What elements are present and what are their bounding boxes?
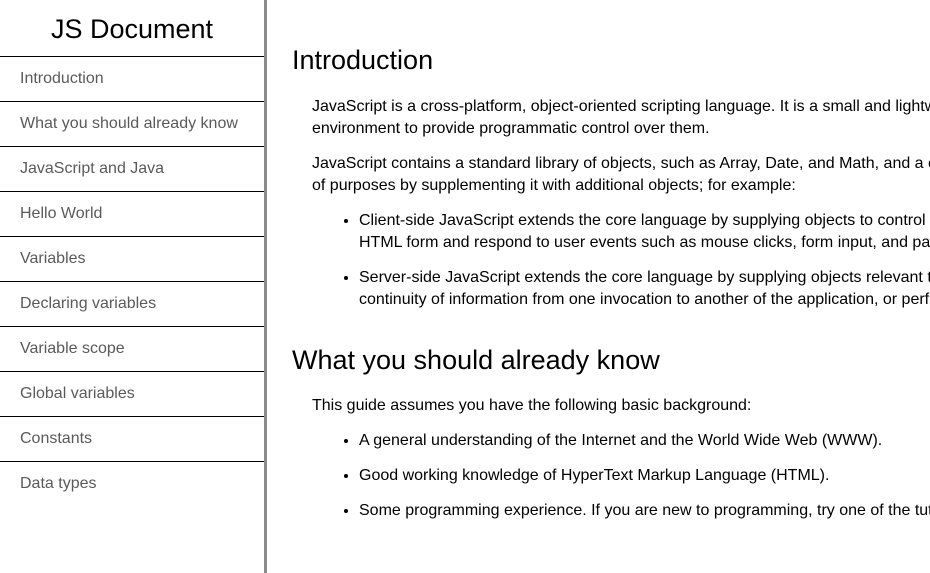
- nav-link-what-you-should-already-know[interactable]: What you should already know: [20, 115, 238, 133]
- list-item: Some programming experience. If you are …: [359, 500, 930, 522]
- bullet-line: Client-side JavaScript extends the core …: [359, 212, 926, 229]
- bullet-line: Server-side JavaScript extends the core …: [359, 269, 930, 286]
- nav-link-data-types[interactable]: Data types: [20, 475, 96, 493]
- sidebar: JS Document Introduction What you should…: [0, 0, 267, 573]
- sidebar-title: JS Document: [50, 13, 214, 44]
- main-content: Introduction JavaScript is a cross-platf…: [267, 0, 930, 573]
- sidebar-item-declaring-variables: Declaring variables: [0, 282, 264, 327]
- intro-paragraph-1: JavaScript is a cross-platform, object-o…: [312, 96, 930, 140]
- section-heading-introduction: Introduction: [292, 45, 434, 75]
- sidebar-item-javascript-and-java: JavaScript and Java: [0, 147, 264, 192]
- sidebar-item-introduction: Introduction: [0, 57, 264, 102]
- sidebar-item-hello-world: Hello World: [0, 192, 264, 237]
- nav-link-hello-world[interactable]: Hello World: [20, 205, 102, 223]
- intro-paragraph-1-line-1: JavaScript is a cross-platform, object-o…: [312, 98, 930, 115]
- list-item: Good working knowledge of HyperText Mark…: [359, 465, 930, 487]
- intro-paragraph-2-line-1: JavaScript contains a standard library o…: [312, 155, 930, 172]
- intro-paragraph-1-line-2: environment to provide programmatic cont…: [312, 120, 710, 137]
- sidebar-header: JS Document: [0, 0, 264, 57]
- sidebar-item-variable-scope: Variable scope: [0, 327, 264, 372]
- list-item: A general understanding of the Internet …: [359, 430, 930, 452]
- bullet-line: continuity of information from one invoc…: [359, 291, 930, 308]
- know-intro-paragraph: This guide assumes you have the followin…: [312, 397, 752, 414]
- sidebar-item-constants: Constants: [0, 417, 264, 462]
- sidebar-item-data-types: Data types: [0, 462, 264, 506]
- sidebar-item-global-variables: Global variables: [0, 372, 264, 417]
- nav-link-variable-scope[interactable]: Variable scope: [20, 340, 125, 358]
- sidebar-item-what-you-should-already-know: What you should already know: [0, 102, 264, 147]
- nav-list: Introduction What you should already kno…: [0, 57, 264, 506]
- list-item: Server-side JavaScript extends the core …: [359, 267, 930, 311]
- know-bullet-list: A general understanding of the Internet …: [312, 430, 930, 522]
- section-what-you-should-already-know: What you should already know This guide …: [267, 311, 930, 522]
- bullet-line: HTML form and respond to user events suc…: [359, 234, 930, 251]
- list-item: Client-side JavaScript extends the core …: [359, 210, 930, 254]
- section-body-introduction: JavaScript is a cross-platform, object-o…: [292, 74, 930, 311]
- section-heading-what-you-should-already-know: What you should already know: [292, 345, 660, 375]
- nav-link-variables[interactable]: Variables: [20, 250, 86, 268]
- nav-link-global-variables[interactable]: Global variables: [20, 385, 135, 403]
- intro-paragraph-2: JavaScript contains a standard library o…: [312, 153, 930, 197]
- nav-link-introduction[interactable]: Introduction: [20, 70, 104, 88]
- page: JS Document Introduction What you should…: [0, 0, 930, 573]
- intro-paragraph-2-line-2: of purposes by supplementing it with add…: [312, 177, 796, 194]
- section-introduction: Introduction JavaScript is a cross-platf…: [267, 0, 930, 311]
- nav-link-declaring-variables[interactable]: Declaring variables: [20, 295, 156, 313]
- section-body-what-you-should-already-know: This guide assumes you have the followin…: [292, 374, 930, 522]
- nav-link-javascript-and-java[interactable]: JavaScript and Java: [20, 160, 164, 178]
- nav-link-constants[interactable]: Constants: [20, 430, 92, 448]
- sidebar-item-variables: Variables: [0, 237, 264, 282]
- intro-bullet-list: Client-side JavaScript extends the core …: [312, 210, 930, 311]
